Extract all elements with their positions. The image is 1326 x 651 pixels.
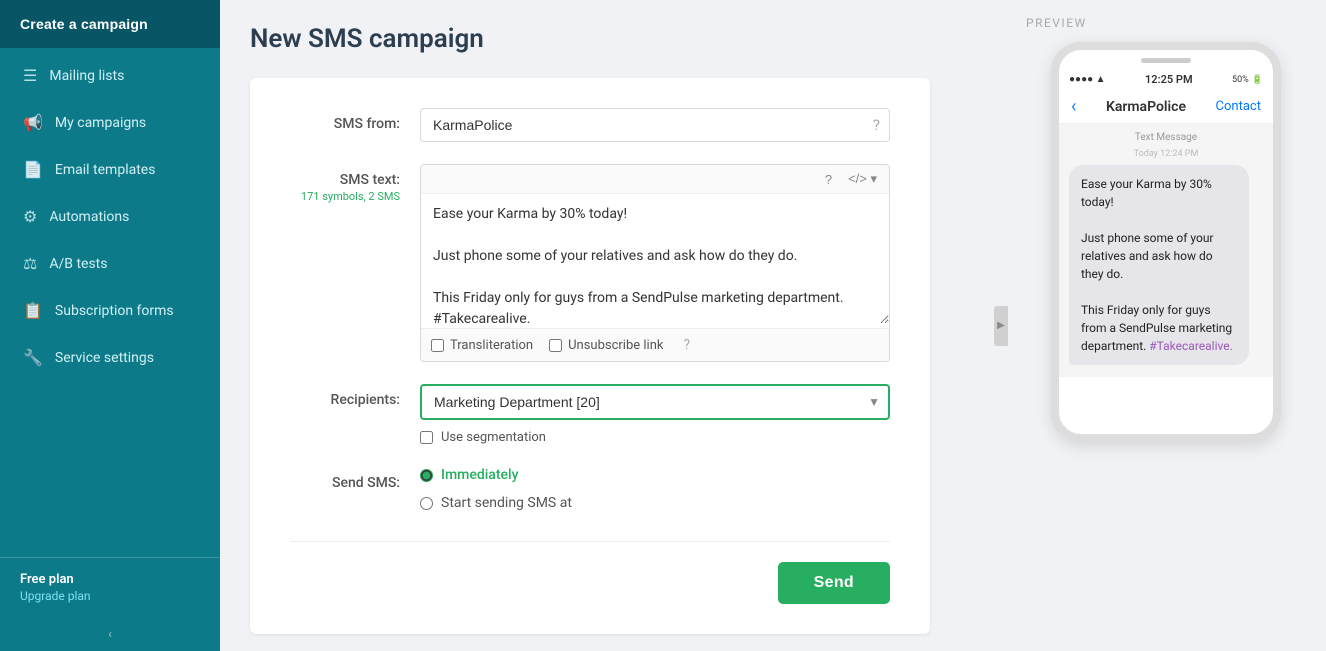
transliteration-label: Transliteration <box>450 338 533 353</box>
email-templates-icon: 📄 <box>23 160 43 179</box>
unsubscribe-checkbox[interactable] <box>549 339 562 352</box>
start-sending-option[interactable]: Start sending SMS at <box>420 495 890 511</box>
collapse-icon: ‹ <box>108 627 112 641</box>
start-sending-radio[interactable] <box>420 497 433 510</box>
send-sms-label: Send SMS: <box>290 467 420 491</box>
use-segmentation-label: Use segmentation <box>441 430 546 445</box>
phone-contact-name: KarmaPolice <box>1106 99 1186 115</box>
phone-speaker <box>1141 58 1191 63</box>
help-toolbar-button[interactable]: ? <box>821 169 836 189</box>
sidebar-item-automations[interactable]: ⚙ Automations <box>0 193 220 240</box>
sms-from-input[interactable] <box>420 108 890 142</box>
transliteration-checkbox-label[interactable]: Transliteration <box>431 338 533 353</box>
sidebar-item-subscription-forms[interactable]: 📋 Subscription forms <box>0 287 220 334</box>
phone-time: 12:25 PM <box>1145 73 1193 86</box>
page-title: New SMS campaign <box>250 24 976 54</box>
unsubscribe-checkbox-label[interactable]: Unsubscribe link <box>549 338 663 353</box>
sms-text-row: SMS text: 171 symbols, 2 SMS ? </> ▾ Eas… <box>290 164 890 362</box>
sidebar-item-label: Automations <box>49 209 129 225</box>
ab-tests-icon: ⚖ <box>23 254 37 273</box>
sidebar-item-ab-tests[interactable]: ⚖ A/B tests <box>0 240 220 287</box>
upgrade-link[interactable]: Upgrade plan <box>20 589 200 603</box>
sidebar-item-my-campaigns[interactable]: 📢 My campaigns <box>0 99 220 146</box>
service-settings-icon: 🔧 <box>23 348 43 367</box>
phone-messages: Text Message Today 12:24 PM Ease your Ka… <box>1059 124 1273 377</box>
msg-date-sub: Today 12:24 PM <box>1069 149 1263 159</box>
phone-status-bar: ●●●● ▲ 12:25 PM 50% 🔋 <box>1059 69 1273 90</box>
recipients-field: Marketing Department [20] All subscriber… <box>420 384 890 445</box>
phone-signal-dots: ●●●● ▲ <box>1069 74 1106 85</box>
immediately-radio[interactable] <box>420 469 433 482</box>
form-card: SMS from: ? SMS text: 171 symbols, 2 SMS… <box>250 78 930 634</box>
unsubscribe-label: Unsubscribe link <box>568 338 663 353</box>
msg-line2: Just phone some of your relatives and as… <box>1081 231 1214 281</box>
preview-panel: PREVIEW ▶ ●●●● ▲ 12:25 PM 50% 🔋 ‹ KarmaP… <box>1006 0 1326 651</box>
code-toolbar-button[interactable]: </> ▾ <box>844 169 881 189</box>
use-segmentation-row: Use segmentation <box>420 430 890 445</box>
unsubscribe-help-icon[interactable]: ? <box>683 337 690 353</box>
sms-from-help-icon[interactable]: ? <box>873 116 880 134</box>
sidebar-item-label: Service settings <box>55 350 154 366</box>
immediately-option[interactable]: Immediately <box>420 467 890 483</box>
mailing-lists-icon: ☰ <box>23 66 37 85</box>
recipients-row: Recipients: Marketing Department [20] Al… <box>290 384 890 445</box>
msg-date: Text Message <box>1069 132 1263 143</box>
sidebar-item-label: My campaigns <box>55 115 146 131</box>
sms-options-row: Transliteration Unsubscribe link ? <box>421 328 889 361</box>
use-segmentation-checkbox[interactable] <box>420 431 433 444</box>
preview-collapse-button[interactable]: ▶ <box>994 306 1008 346</box>
recipients-select-wrapper: Marketing Department [20] All subscriber… <box>420 384 890 420</box>
send-time-radio-group: Immediately Start sending SMS at <box>420 467 890 511</box>
sms-from-field: ? <box>420 108 890 142</box>
send-sms-field: Immediately Start sending SMS at <box>420 467 890 511</box>
immediately-label: Immediately <box>441 467 518 483</box>
phone-nav: ‹ KarmaPolice Contact <box>1059 90 1273 124</box>
send-sms-row: Send SMS: Immediately Start sending SMS … <box>290 467 890 511</box>
phone-mockup: ●●●● ▲ 12:25 PM 50% 🔋 ‹ KarmaPolice Cont… <box>1051 42 1281 442</box>
create-campaign-button[interactable]: Create a campaign <box>0 0 220 48</box>
sidebar-item-mailing-lists[interactable]: ☰ Mailing lists <box>0 52 220 99</box>
msg-line3-highlight: #Takecarealive. <box>1149 339 1233 353</box>
sidebar-item-label: Email templates <box>55 162 156 178</box>
sms-symbols-count: 171 symbols, 2 SMS <box>290 190 400 203</box>
sms-text-label: SMS text: 171 symbols, 2 SMS <box>290 164 420 203</box>
subscription-forms-icon: 📋 <box>23 301 43 320</box>
sidebar-item-email-templates[interactable]: 📄 Email templates <box>0 146 220 193</box>
automations-icon: ⚙ <box>23 207 37 226</box>
my-campaigns-icon: 📢 <box>23 113 43 132</box>
sms-text-field: ? </> ▾ Ease your Karma by 30% today! Ju… <box>420 164 890 362</box>
msg-line1: Ease your Karma by 30% today! <box>1081 177 1212 209</box>
sms-from-input-wrapper: ? <box>420 108 890 142</box>
start-sending-label: Start sending SMS at <box>441 495 572 511</box>
recipients-select[interactable]: Marketing Department [20] All subscriber… <box>420 384 890 420</box>
sidebar-item-label: Mailing lists <box>49 68 124 84</box>
phone-contact-link: Contact <box>1216 99 1261 114</box>
recipients-label: Recipients: <box>290 384 420 408</box>
sms-from-label: SMS from: <box>290 108 420 132</box>
sidebar-item-label: A/B tests <box>49 256 107 272</box>
button-row: Send <box>290 541 890 604</box>
send-button[interactable]: Send <box>778 562 890 604</box>
preview-label: PREVIEW <box>1016 16 1087 30</box>
sidebar-nav: ☰ Mailing lists 📢 My campaigns 📄 Email t… <box>0 48 220 557</box>
sms-text-textarea[interactable]: Ease your Karma by 30% today! Just phone… <box>421 194 889 324</box>
sidebar-item-service-settings[interactable]: 🔧 Service settings <box>0 334 220 381</box>
msg-bubble: Ease your Karma by 30% today! Just phone… <box>1069 165 1249 365</box>
sms-textarea-wrapper: ? </> ▾ Ease your Karma by 30% today! Ju… <box>420 164 890 362</box>
sms-toolbar: ? </> ▾ <box>421 165 889 194</box>
collapse-chevron-icon: ▶ <box>997 320 1005 331</box>
phone-back-icon: ‹ <box>1071 96 1076 117</box>
plan-name: Free plan <box>20 572 200 587</box>
transliteration-checkbox[interactable] <box>431 339 444 352</box>
sidebar-item-label: Subscription forms <box>55 303 174 319</box>
sidebar-footer: Free plan Upgrade plan <box>0 557 220 617</box>
sms-from-row: SMS from: ? <box>290 108 890 142</box>
phone-battery: 50% 🔋 <box>1232 75 1263 85</box>
sidebar: Create a campaign ☰ Mailing lists 📢 My c… <box>0 0 220 651</box>
main-content: New SMS campaign SMS from: ? SMS text: 1… <box>220 0 1006 651</box>
sidebar-collapse-button[interactable]: ‹ <box>0 617 220 651</box>
